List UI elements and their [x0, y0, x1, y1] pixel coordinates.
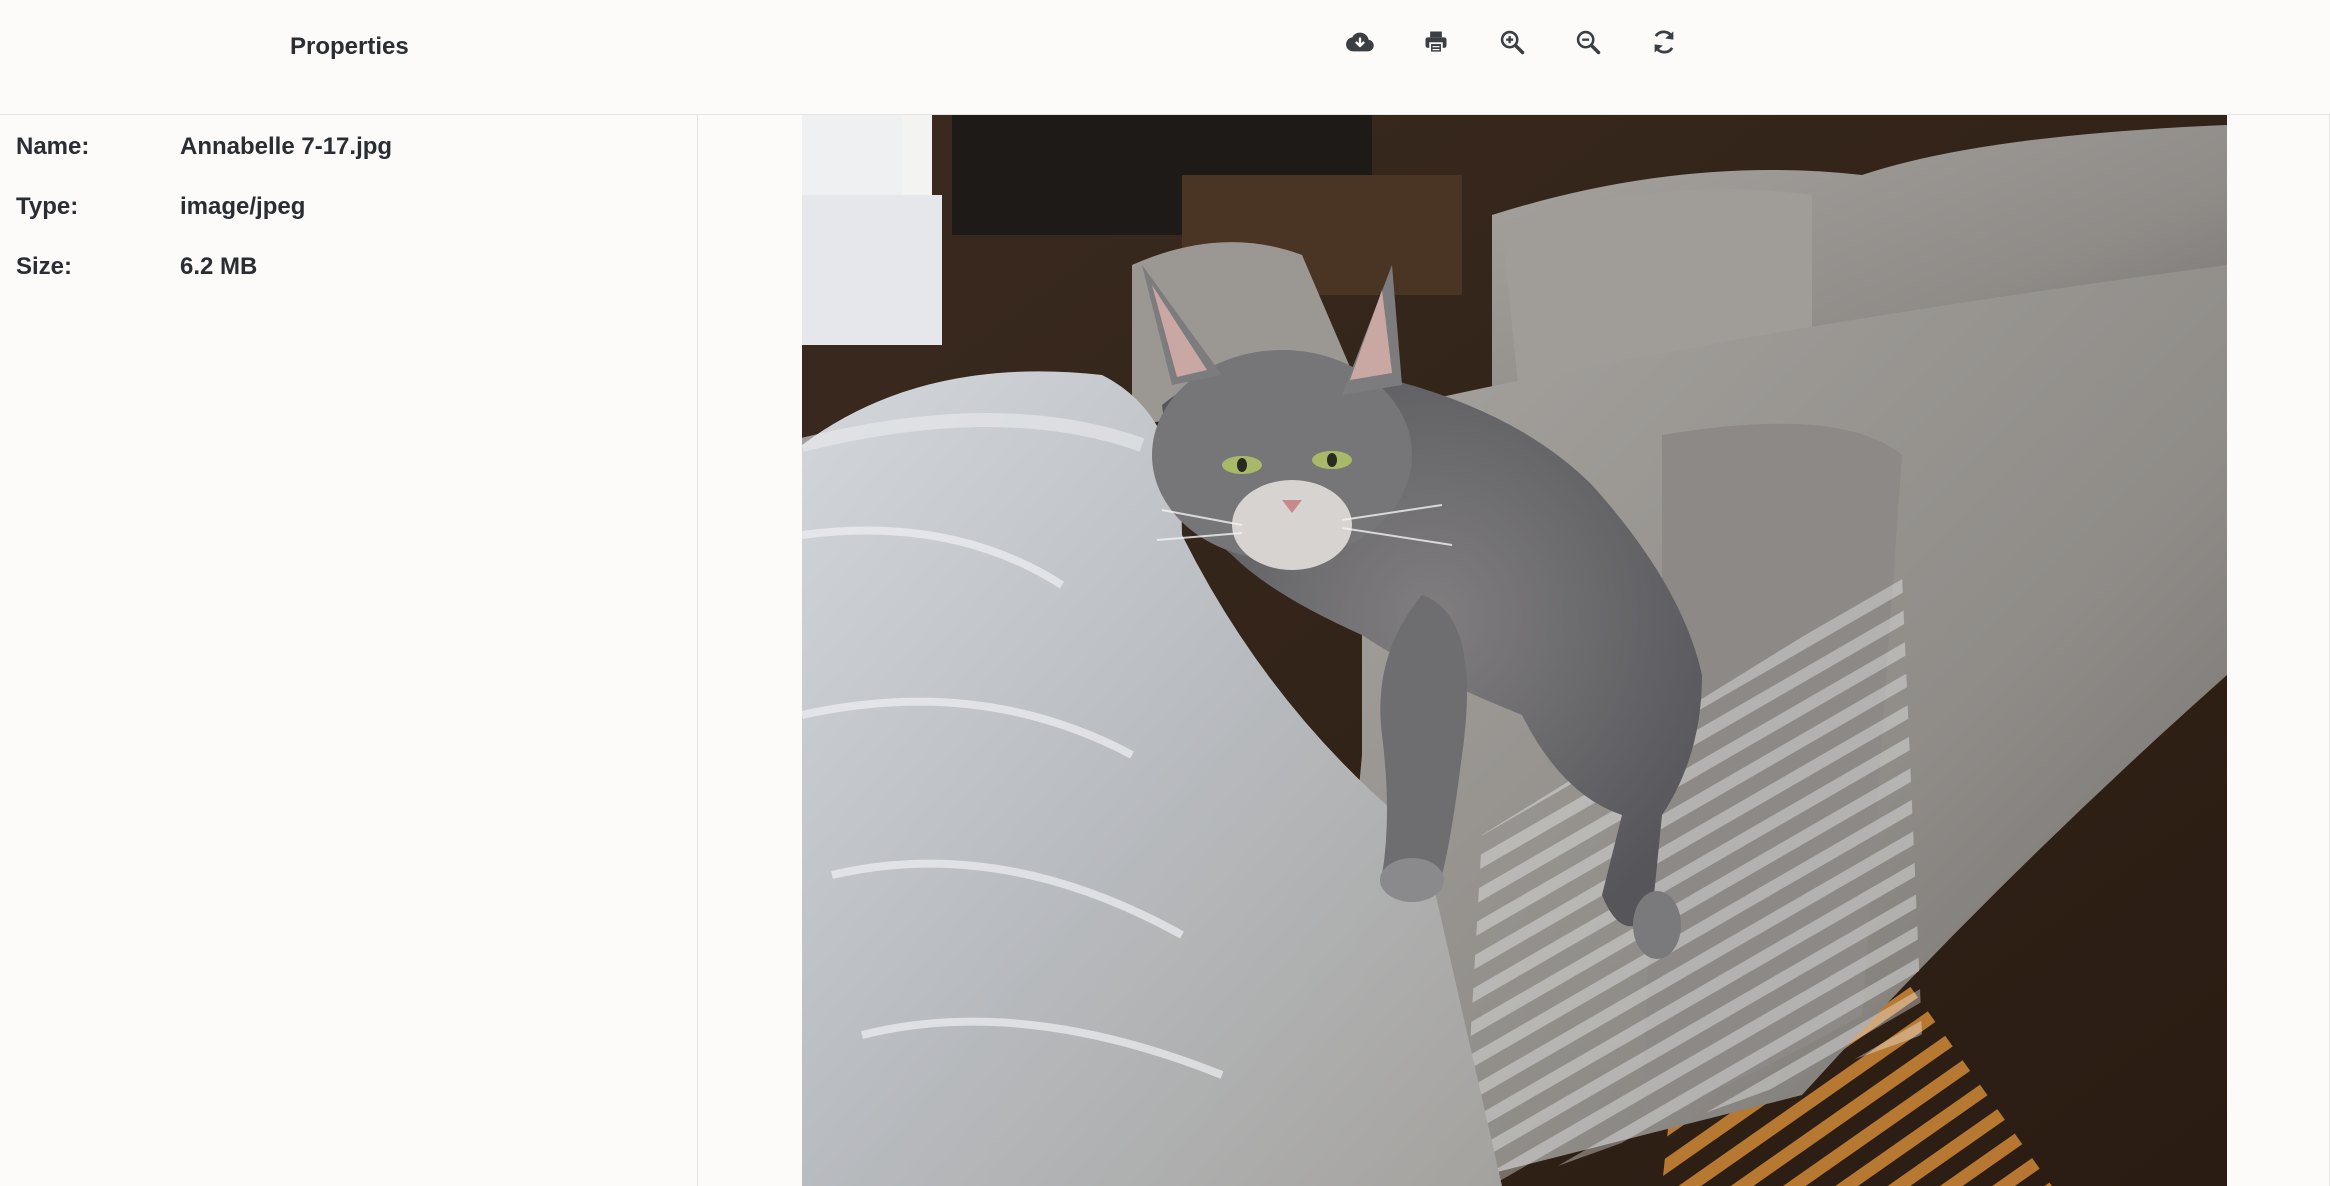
zoom-in-icon — [1500, 30, 1525, 55]
cloud-download-icon — [1346, 32, 1374, 52]
top-bar: Properties — [0, 0, 2330, 115]
property-type-row: Type: image/jpeg — [16, 193, 305, 221]
properties-title: Properties — [290, 33, 409, 60]
zoom-out-icon — [1576, 30, 1601, 55]
image-viewer-app: Properties Name: Annabelle 7-17.jpg Type… — [0, 0, 2330, 1186]
download-button[interactable] — [1340, 22, 1380, 62]
zoom-in-button[interactable] — [1492, 22, 1532, 62]
name-value: Annabelle 7-17.jpg — [180, 133, 393, 160]
rotate-icon — [1654, 30, 1674, 54]
type-value: image/jpeg — [180, 193, 306, 220]
size-label: Size: — [16, 253, 73, 280]
name-label: Name: — [16, 133, 90, 160]
property-name-row: Name: Annabelle 7-17.jpg — [16, 133, 392, 161]
cat-photo — [802, 115, 2227, 1186]
properties-panel: Name: Annabelle 7-17.jpg Type: image/jpe… — [0, 115, 698, 1186]
property-size-row: Size: 6.2 MB — [16, 253, 257, 281]
print-button[interactable] — [1416, 22, 1456, 62]
image-viewer-area[interactable] — [698, 115, 2330, 1186]
rotate-button[interactable] — [1644, 22, 1684, 62]
size-value: 6.2 MB — [180, 253, 258, 280]
viewer-toolbar — [1340, 22, 1684, 62]
zoom-out-button[interactable] — [1568, 22, 1608, 62]
type-label: Type: — [16, 193, 79, 220]
printer-icon — [1425, 31, 1447, 54]
